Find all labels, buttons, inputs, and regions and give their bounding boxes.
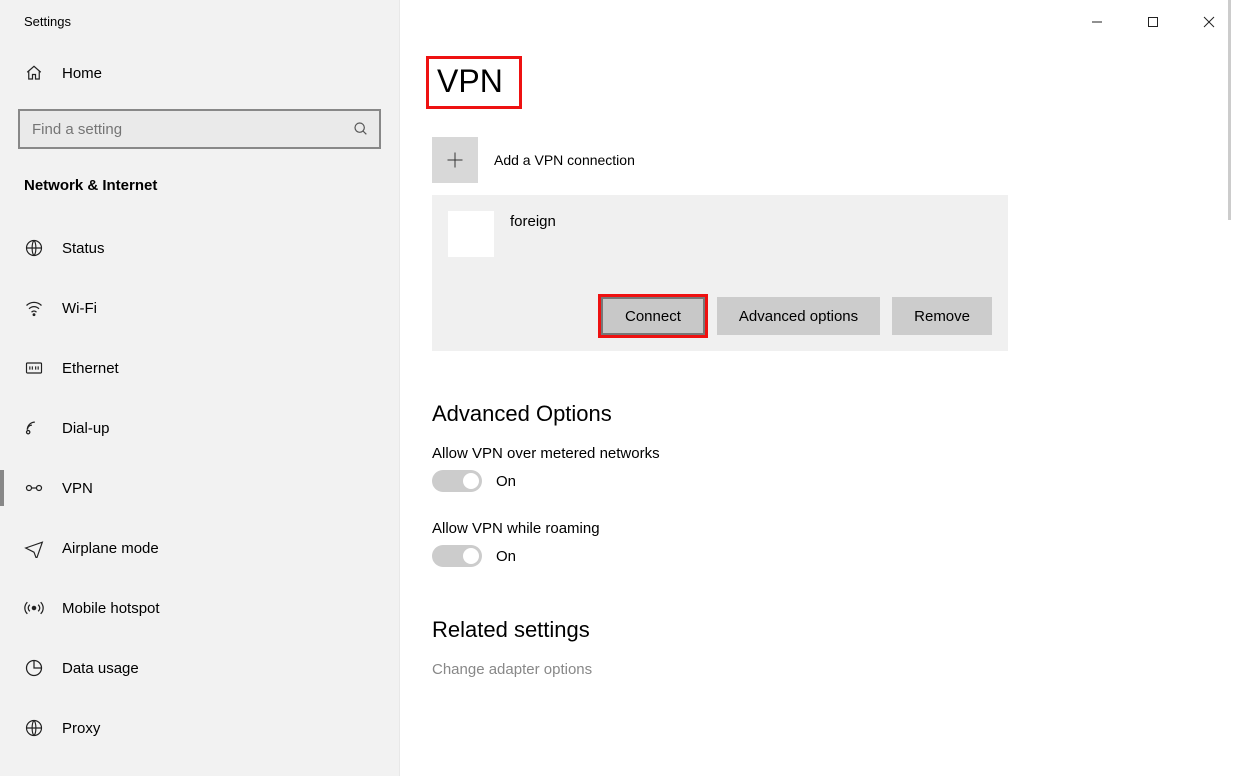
sidebar-item-dialup[interactable]: Dial-up [0, 398, 399, 458]
sidebar-item-label: Airplane mode [62, 540, 159, 557]
sidebar-category: Network & Internet [0, 149, 399, 204]
wifi-icon [24, 298, 44, 318]
proxy-icon [24, 718, 44, 738]
sidebar-item-airplane[interactable]: Airplane mode [0, 518, 399, 578]
roaming-toggle[interactable] [432, 545, 482, 567]
vpn-connection-icon [448, 211, 494, 257]
search-input[interactable] [30, 120, 353, 139]
vpn-icon [24, 478, 44, 498]
sidebar-item-proxy[interactable]: Proxy [0, 698, 399, 758]
maximize-button[interactable] [1137, 8, 1169, 36]
sidebar-item-label: Data usage [62, 660, 139, 677]
hotspot-icon [24, 598, 44, 618]
metered-networks-state: On [496, 473, 516, 490]
connect-button[interactable]: Connect [601, 297, 705, 335]
metered-networks-toggle[interactable] [432, 470, 482, 492]
add-vpn-label: Add a VPN connection [494, 152, 635, 168]
sidebar-item-label: Wi-Fi [62, 300, 97, 317]
page-title: VPN [426, 56, 522, 109]
home-icon [24, 63, 44, 83]
sidebar-item-vpn[interactable]: VPN [0, 458, 399, 518]
nav-home[interactable]: Home [0, 53, 399, 93]
vpn-connection-item[interactable]: foreign Connect Advanced options Remove [432, 195, 1008, 351]
roaming-state: On [496, 548, 516, 565]
globe-icon [24, 238, 44, 258]
main-content: VPN Add a VPN connection foreign Connect… [400, 0, 1235, 776]
ethernet-icon [24, 358, 44, 378]
sidebar-item-label: Dial-up [62, 420, 110, 437]
sidebar-item-label: VPN [62, 480, 93, 497]
data-usage-icon [24, 658, 44, 678]
app-title: Settings [0, 14, 399, 53]
scrollbar[interactable] [1228, 0, 1231, 220]
plus-icon [432, 137, 478, 183]
search-icon [353, 121, 369, 137]
advanced-options-heading: Advanced Options [432, 401, 1235, 427]
change-adapter-link[interactable]: Change adapter options [432, 661, 1235, 678]
sidebar-item-datausage[interactable]: Data usage [0, 638, 399, 698]
sidebar-item-label: Proxy [62, 720, 100, 737]
airplane-icon [24, 538, 44, 558]
sidebar-item-label: Status [62, 240, 105, 257]
remove-button[interactable]: Remove [892, 297, 992, 335]
vpn-connection-name: foreign [510, 211, 556, 230]
sidebar-item-ethernet[interactable]: Ethernet [0, 338, 399, 398]
close-button[interactable] [1193, 8, 1225, 36]
sidebar-item-wifi[interactable]: Wi-Fi [0, 278, 399, 338]
sidebar-item-label: Ethernet [62, 360, 119, 377]
sidebar-item-status[interactable]: Status [0, 218, 399, 278]
window-controls [1081, 8, 1225, 36]
sidebar-item-hotspot[interactable]: Mobile hotspot [0, 578, 399, 638]
add-vpn-connection[interactable]: Add a VPN connection [432, 137, 1235, 183]
sidebar-nav: Status Wi-Fi Ethernet Dial-up [0, 218, 399, 758]
metered-networks-label: Allow VPN over metered networks [432, 445, 1235, 462]
roaming-label: Allow VPN while roaming [432, 520, 1235, 537]
sidebar: Settings Home Network & Internet Status [0, 0, 400, 776]
advanced-options-button[interactable]: Advanced options [717, 297, 880, 335]
related-settings-heading: Related settings [432, 617, 1235, 643]
sidebar-item-label: Mobile hotspot [62, 600, 160, 617]
nav-home-label: Home [62, 65, 102, 82]
minimize-button[interactable] [1081, 8, 1113, 36]
search-box[interactable] [18, 109, 381, 149]
dialup-icon [24, 418, 44, 438]
